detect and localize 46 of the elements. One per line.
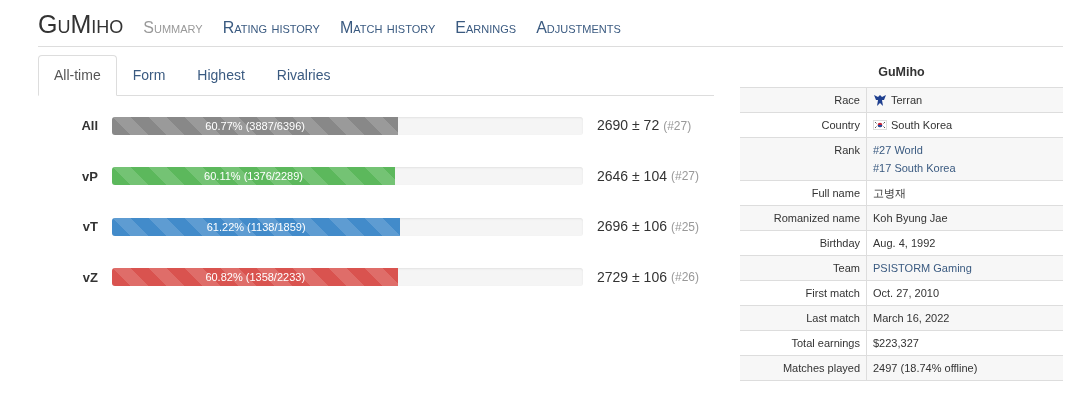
field-label: Rank <box>740 138 867 181</box>
tab[interactable]: Rivalries <box>260 54 347 96</box>
info-link[interactable]: #17 South Korea <box>873 160 956 177</box>
rank-text: (#27) <box>663 117 692 135</box>
rank-text: (#26) <box>670 269 699 287</box>
progress-fill: 60.77% (3887/6396) <box>112 116 399 135</box>
field-value: South Korea <box>891 118 953 134</box>
rating-text: 2696 ± 106 <box>597 217 667 237</box>
matchup-label: vT <box>81 218 99 236</box>
matchup-label: vP <box>81 167 99 186</box>
matchup-label: vZ <box>81 268 99 287</box>
page-title: GuMiho <box>38 9 124 40</box>
tab[interactable]: All-time <box>38 54 117 96</box>
flag-icon <box>873 120 887 131</box>
field-value: Koh Byung Jae <box>873 211 948 227</box>
progress-fill: 60.11% (1376/2289) <box>112 167 396 186</box>
nav-link[interactable]: Earnings <box>455 16 517 40</box>
field-label: Romanized name <box>740 206 867 231</box>
rating-text: 2729 ± 106 <box>597 267 667 287</box>
infobox-title: GuMiho <box>877 63 926 81</box>
progress-fill: 60.82% (1358/2233) <box>112 268 399 287</box>
field-value: 2497 (18.74% offline) <box>873 361 978 377</box>
rating-text: 2646 ± 104 <box>597 166 667 186</box>
matchup-label: All <box>80 117 99 135</box>
field-value: March 16, 2022 <box>873 311 950 327</box>
field-value: Terran <box>891 93 923 109</box>
field-value: Aug. 4, 1992 <box>873 236 936 252</box>
nav-link[interactable]: Adjustments <box>536 16 621 40</box>
field-label: Team <box>740 256 867 281</box>
tab[interactable]: Form <box>116 54 182 96</box>
nav-link[interactable]: Match history <box>339 16 436 40</box>
field-value: Oct. 27, 2010 <box>873 286 940 302</box>
field-label: Last match <box>740 306 867 331</box>
field-label: Race <box>740 88 867 113</box>
info-link[interactable]: #27 World <box>873 142 956 159</box>
field-label: Matches played <box>740 356 867 381</box>
tab[interactable]: Highest <box>181 54 261 96</box>
field-value: $223,327 <box>873 336 919 352</box>
rank-text: (#27) <box>670 168 699 186</box>
nav-link[interactable]: Rating history <box>222 16 320 40</box>
rank-text: (#25) <box>670 218 699 236</box>
progress-fill: 61.22% (1138/1859) <box>112 217 401 236</box>
rating-text: 2690 ± 72 <box>597 116 660 136</box>
race-emblem-icon <box>873 93 887 107</box>
field-value: 고병재 <box>873 186 906 202</box>
info-link[interactable]: PSISTORM Gaming <box>873 260 972 277</box>
